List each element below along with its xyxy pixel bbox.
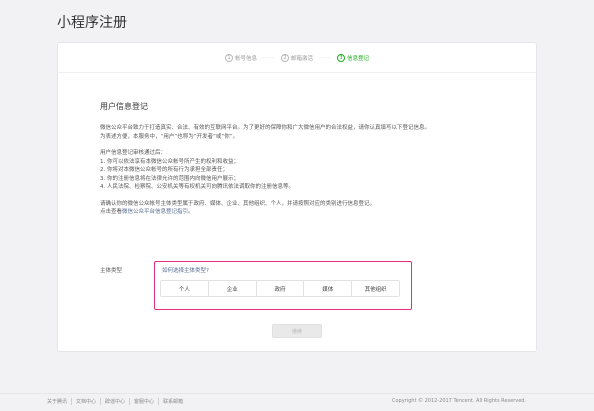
- subject-option-government[interactable]: 政府: [256, 281, 305, 296]
- guide-prefix: 点击查看: [100, 209, 123, 215]
- footer-link-docs[interactable]: 文档中心: [72, 398, 102, 405]
- registration-page: 小程序注册 1 帐号信息 ---- 2 邮箱激活 ---- 3 信息登记 用户信…: [0, 0, 594, 411]
- confirm-paragraph: 请确认你的微信公众帐号主体类型属于政府、媒体、企业、其他组织、个人，并请按照对应…: [100, 200, 500, 217]
- footer-links: 关于腾讯 文档中心 辟谣中心 客服中心 联系邮箱: [47, 398, 187, 405]
- registration-card: 1 帐号信息 ---- 2 邮箱激活 ---- 3 信息登记 用户信息登记 微信…: [57, 42, 537, 352]
- subject-type-row: 主体类型 如何选择主体类型? 个人 企业 政府 媒体 其他组织: [100, 261, 500, 318]
- rights-item: 4. 人民法院、检察院、公安机关等有权机关可向腾讯依法调取你的注册信息等。: [100, 184, 294, 190]
- step-number: 2: [280, 53, 289, 62]
- copyright-text: Copyright © 2012-2017 Tencent. All Right…: [392, 398, 527, 404]
- rights-paragraph: 用户信息登记审核通过后： 1. 你可以依法享有本微信公众帐号所产生的权利和收益；…: [100, 149, 500, 192]
- guide-link[interactable]: 微信公众平台信息登记指引: [122, 209, 188, 215]
- step-number: 3: [336, 53, 345, 62]
- subject-type-label: 主体类型: [100, 268, 123, 274]
- step-divider: ----: [263, 54, 275, 61]
- page-footer: 关于腾讯 文档中心 辟谣中心 客服中心 联系邮箱 Copyright © 201…: [0, 393, 594, 411]
- rights-title: 用户信息登记审核通过后：: [100, 150, 167, 156]
- step-account-info: 1 帐号信息: [225, 53, 258, 62]
- continue-button[interactable]: 继续: [272, 324, 322, 338]
- subject-option-individual[interactable]: 个人: [161, 281, 209, 296]
- step-label: 信息登记: [346, 55, 369, 62]
- subject-option-media[interactable]: 媒体: [304, 281, 353, 296]
- step-label: 邮箱激活: [290, 55, 313, 62]
- rights-item: 3. 你的注册信息将在法律允许的范围内向微信用户展示；: [100, 175, 239, 182]
- intro-paragraph: 微信公众平台致力于打造真实、合法、有效的互联网平台。为了更好的保障你和广大微信用…: [100, 124, 500, 141]
- confirm-text: 请确认你的微信公众帐号主体类型属于政府、媒体、企业、其他组织、个人，并请按照对应…: [100, 200, 376, 207]
- intro-line: 微信公众平台致力于打造真实、合法、有效的互联网平台。为了更好的保障你和广大微信用…: [100, 125, 431, 131]
- rights-item: 2. 你将对本微信公众帐号的所有行为承担全部责任；: [100, 167, 228, 173]
- page-title: 小程序注册: [57, 15, 127, 31]
- step-label: 帐号信息: [235, 55, 258, 62]
- step-number: 1: [225, 53, 234, 62]
- step-info-registration: 3 信息登记: [336, 53, 369, 62]
- guide-suffix: 。: [188, 209, 194, 215]
- footer-link-rumor[interactable]: 辟谣中心: [101, 398, 131, 405]
- footer-link-email[interactable]: 联系邮箱: [159, 398, 187, 405]
- section-heading: 用户信息登记: [100, 102, 148, 111]
- rights-item: 1. 你可以依法享有本微信公众帐号所产生的权利和收益；: [100, 158, 239, 165]
- subject-option-enterprise[interactable]: 企业: [208, 281, 257, 296]
- step-divider: ----: [319, 54, 331, 61]
- subject-type-help-link[interactable]: 如何选择主体类型?: [162, 266, 209, 274]
- subject-option-other-org[interactable]: 其他组织: [352, 281, 399, 296]
- guide-line: 点击查看微信公众平台信息登记指引。: [100, 208, 500, 217]
- footer-link-support[interactable]: 客服中心: [130, 398, 160, 405]
- footer-link-about[interactable]: 关于腾讯: [47, 398, 73, 405]
- registration-content: 用户信息登记 微信公众平台致力于打造真实、合法、有效的互联网平台。为了更好的保障…: [100, 101, 500, 225]
- subject-type-options: 个人 企业 政府 媒体 其他组织: [160, 280, 400, 297]
- step-email-activation: 2 邮箱激活: [280, 53, 313, 62]
- step-indicator: 1 帐号信息 ---- 2 邮箱激活 ---- 3 信息登记: [58, 43, 536, 73]
- intro-line: 为表述方便，本服务中，“用户”也称为“开发者”或“你”。: [100, 133, 239, 140]
